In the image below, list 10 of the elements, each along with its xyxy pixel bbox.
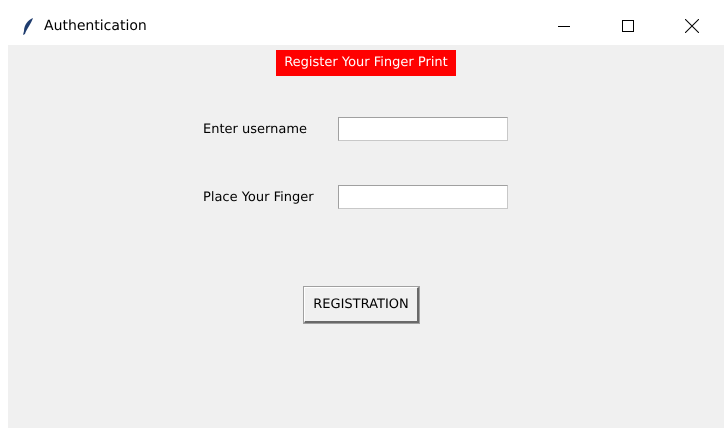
input-field[interactable] <box>338 117 508 141</box>
feather-icon <box>22 18 34 34</box>
close-icon <box>685 19 699 33</box>
field-label: Enter username <box>203 122 308 136</box>
maximize-icon <box>622 20 634 32</box>
banner-label: Register Your Finger Print <box>276 50 456 76</box>
registration-button[interactable]: REGISTRATION <box>304 287 419 323</box>
input-field[interactable] <box>338 185 508 209</box>
window-title: Authentication <box>44 18 148 34</box>
field-label: Place Your Finger <box>203 190 315 204</box>
